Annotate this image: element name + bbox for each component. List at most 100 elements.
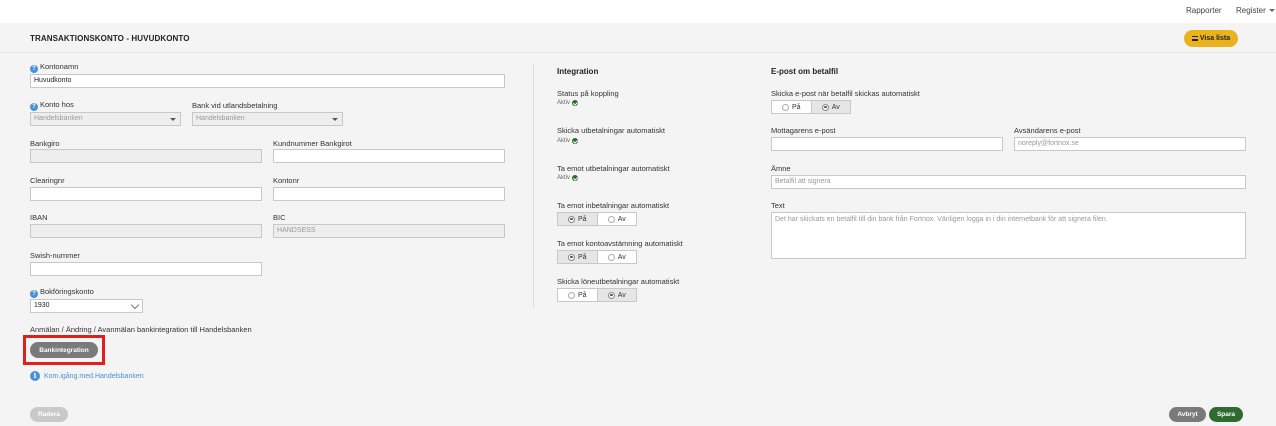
receive-reconciliation-toggle: På Av bbox=[557, 250, 637, 264]
off-label: Av bbox=[831, 103, 840, 111]
text-label: Text bbox=[771, 201, 785, 210]
account-at-label: ? Konto hos bbox=[30, 100, 74, 111]
swish-label: Swish-nummer bbox=[30, 251, 81, 260]
sender-label: Avsändarens e-post bbox=[1014, 126, 1081, 135]
top-nav: Rapporter Register bbox=[0, 0, 1276, 23]
off-label: Av bbox=[617, 215, 626, 223]
swish-input[interactable] bbox=[30, 262, 262, 276]
foreign-bank-select[interactable]: Handelsbanken bbox=[192, 112, 343, 126]
radio-on-icon bbox=[567, 215, 575, 223]
clearing-input[interactable] bbox=[30, 187, 262, 201]
list-icon bbox=[1191, 36, 1198, 41]
receive-reconciliation-label: Ta emot kontoavstämning automatiskt bbox=[557, 239, 683, 248]
on-label: På bbox=[791, 103, 801, 111]
on-label: På bbox=[577, 215, 587, 223]
caret-down-icon bbox=[1268, 9, 1275, 13]
caret-down-icon bbox=[170, 118, 176, 121]
receive-reconciliation-off[interactable]: Av bbox=[596, 251, 637, 263]
auto-send-off[interactable]: Av bbox=[810, 101, 850, 113]
radio-off-icon bbox=[607, 215, 615, 223]
receive-payments-value: Aktiv bbox=[557, 175, 571, 181]
account-number-input[interactable] bbox=[273, 187, 505, 201]
account-at-label-text: Konto hos bbox=[40, 100, 74, 109]
radio-off-icon bbox=[781, 103, 789, 111]
status-badge: Aktiv bbox=[557, 100, 579, 106]
bic-input[interactable]: HANDSESS bbox=[273, 224, 505, 238]
sender-email-input[interactable]: noreply@fortnox.se bbox=[1014, 137, 1246, 151]
account-name-input[interactable]: Huvudkonto bbox=[30, 74, 505, 88]
send-salary-off[interactable]: Av bbox=[596, 289, 636, 301]
nav-link-register-label: Register bbox=[1236, 6, 1266, 15]
foreign-bank-value: Handelsbanken bbox=[196, 115, 245, 122]
recipient-email-input[interactable] bbox=[771, 137, 1003, 151]
help-icon[interactable]: ? bbox=[30, 103, 38, 111]
info-icon: i bbox=[30, 371, 40, 381]
foreign-bank-label: Bank vid utlandsbetalning bbox=[192, 101, 278, 110]
cancel-button[interactable]: Avbryt bbox=[1169, 407, 1206, 422]
bank-integration-button[interactable]: Bankintegration bbox=[30, 342, 98, 358]
off-label: Av bbox=[617, 291, 626, 299]
radio-off-icon bbox=[607, 253, 615, 261]
ledger-account-select[interactable]: 1930 bbox=[30, 299, 143, 313]
show-list-button[interactable]: Visa lista bbox=[1184, 30, 1238, 47]
bic-label: BIC bbox=[273, 213, 286, 222]
radio-on-icon bbox=[607, 291, 615, 299]
receive-incoming-on[interactable]: På bbox=[558, 213, 597, 225]
account-at-select[interactable]: Handelsbanken bbox=[30, 112, 181, 126]
send-payments-label: Skicka utbetalningar automatiskt bbox=[557, 126, 665, 135]
bank-integration-text: Anmälan / Ändring / Avanmälan bankintegr… bbox=[30, 325, 252, 334]
delete-button[interactable]: Radera bbox=[30, 407, 68, 422]
page-header: TRANSAKTIONSKONTO - HUVUDKONTO Visa list… bbox=[0, 23, 1276, 53]
account-name-label: ? Kontonamn bbox=[30, 62, 78, 73]
account-number-label: Kontonr bbox=[273, 176, 300, 185]
help-icon[interactable]: ? bbox=[30, 290, 38, 298]
send-payments-value: Aktiv bbox=[557, 138, 571, 144]
column-divider bbox=[533, 64, 534, 308]
account-at-value: Handelsbanken bbox=[34, 115, 83, 122]
get-started-row: i Kom.igång.med.Handelsbanken bbox=[30, 371, 144, 381]
auto-send-on[interactable]: På bbox=[772, 101, 811, 113]
text-textarea[interactable]: Det har skickats en betalfil till din ba… bbox=[771, 212, 1246, 259]
show-list-label: Visa lista bbox=[1199, 35, 1231, 42]
auto-send-label: Skicka e-post när betalfil skickas autom… bbox=[771, 89, 920, 98]
status-label: Status på koppling bbox=[557, 89, 619, 98]
radio-off-icon bbox=[567, 291, 575, 299]
bankgiro-label: Bankgiro bbox=[30, 139, 60, 148]
radio-on-icon bbox=[821, 103, 829, 111]
send-salary-on[interactable]: På bbox=[558, 289, 597, 301]
send-payments-status: Aktiv bbox=[557, 138, 579, 144]
recipient-label: Mottagarens e-post bbox=[771, 126, 836, 135]
customer-number-input[interactable] bbox=[273, 149, 505, 163]
receive-incoming-toggle: På Av bbox=[557, 212, 637, 226]
check-icon bbox=[572, 100, 579, 106]
receive-payments-label: Ta emot utbetalningar automatiskt bbox=[557, 164, 670, 173]
email-title: E-post om betalfil bbox=[771, 67, 839, 76]
ledger-account-label-text: Bokföringskonto bbox=[40, 287, 94, 296]
on-label: På bbox=[577, 291, 587, 299]
receive-payments-status: Aktiv bbox=[557, 175, 579, 181]
get-started-link[interactable]: Kom.igång.med.Handelsbanken bbox=[44, 373, 144, 380]
nav-link-reports[interactable]: Rapporter bbox=[1186, 6, 1222, 15]
send-salary-label: Skicka löneutbetalningar automatiskt bbox=[557, 277, 680, 286]
on-label: På bbox=[577, 253, 587, 261]
receive-incoming-off[interactable]: Av bbox=[596, 213, 637, 225]
bankgiro-input[interactable] bbox=[30, 149, 262, 163]
customer-number-label: Kundnummer Bankgirot bbox=[273, 139, 352, 148]
off-label: Av bbox=[617, 253, 626, 261]
page-title: TRANSAKTIONSKONTO - HUVUDKONTO bbox=[30, 34, 190, 43]
chevron-down-icon bbox=[130, 300, 140, 310]
caret-down-icon bbox=[332, 118, 338, 121]
integration-title: Integration bbox=[557, 67, 599, 76]
send-salary-toggle: På Av bbox=[557, 288, 637, 302]
save-button[interactable]: Spara bbox=[1209, 407, 1243, 422]
ledger-account-value: 1930 bbox=[34, 302, 50, 309]
subject-label: Ämne bbox=[771, 164, 791, 173]
status-value: Aktiv bbox=[557, 100, 571, 106]
help-icon[interactable]: ? bbox=[30, 65, 38, 73]
iban-input[interactable] bbox=[30, 224, 262, 238]
subject-input[interactable]: Betalfil att signera bbox=[771, 175, 1246, 189]
iban-label: IBAN bbox=[30, 213, 48, 222]
clearing-label: Clearingnr bbox=[30, 176, 65, 185]
nav-link-register[interactable]: Register bbox=[1236, 6, 1275, 15]
receive-reconciliation-on[interactable]: På bbox=[558, 251, 597, 263]
